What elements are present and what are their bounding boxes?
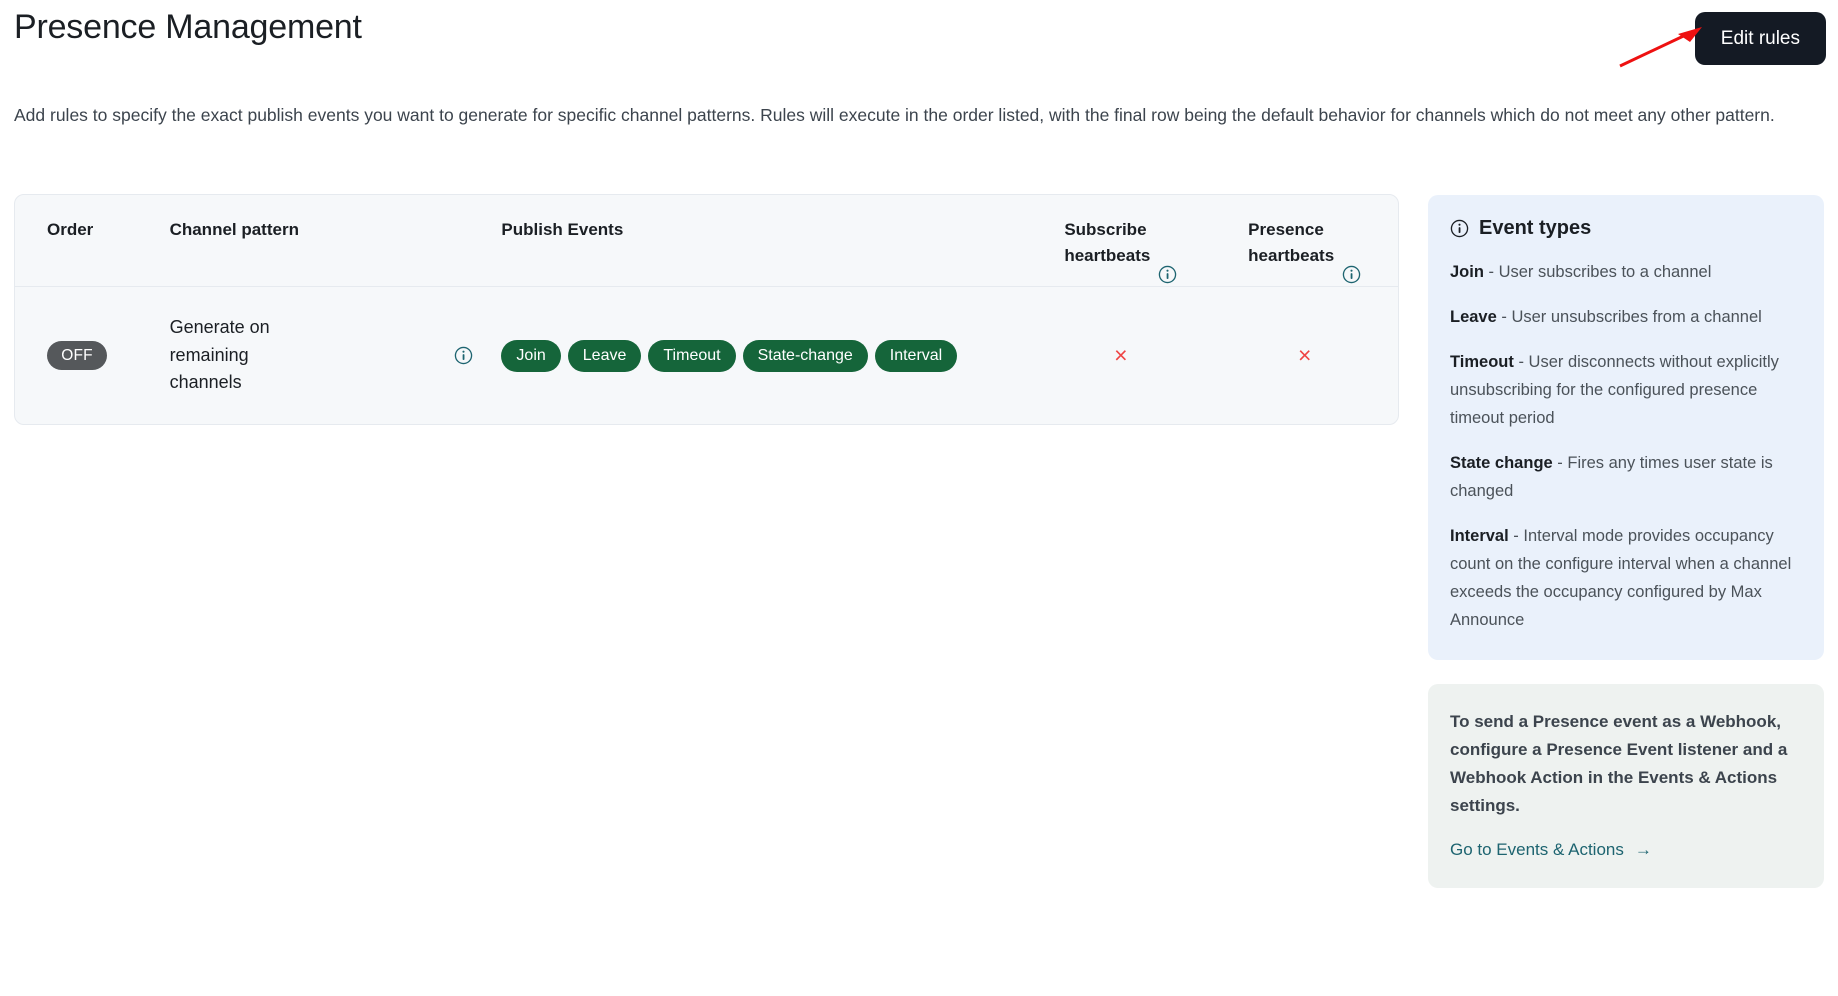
row-channel-pattern-info bbox=[426, 346, 501, 365]
channel-pattern-text: Generate on remaining channels bbox=[169, 317, 270, 393]
row-order-cell: OFF bbox=[15, 341, 170, 370]
page-description: Add rules to specify the exact publish e… bbox=[14, 105, 1775, 125]
red-arrow-annotation bbox=[1619, 27, 1702, 68]
rules-table: Order Channel pattern Publish Events Sub… bbox=[14, 194, 1399, 425]
event-type-term: Join bbox=[1450, 263, 1484, 281]
event-types-list: Join - User subscribes to a channel Leave… bbox=[1450, 258, 1802, 634]
row-publish-events-cell: Join Leave Timeout State-change Interval bbox=[501, 339, 1030, 372]
presence-heartbeats-info-icon[interactable] bbox=[1342, 239, 1361, 284]
event-type-term: Leave bbox=[1450, 308, 1497, 326]
publish-event-pill[interactable]: Leave bbox=[567, 339, 642, 372]
status-badge-off[interactable]: OFF bbox=[47, 341, 107, 370]
subscribe-heartbeats-label: Subscribe heartbeats bbox=[1064, 220, 1151, 265]
event-type-term: Interval bbox=[1450, 527, 1509, 545]
go-to-events-actions-label: Go to Events & Actions bbox=[1450, 840, 1624, 859]
event-type-item: Leave - User unsubscribes from a channel bbox=[1450, 303, 1802, 331]
presence-heartbeats-disabled-icon: × bbox=[1297, 342, 1312, 368]
column-header-publish-events: Publish Events bbox=[501, 220, 624, 239]
table-header-row: Order Channel pattern Publish Events Sub… bbox=[15, 195, 1398, 287]
edit-rules-button[interactable]: Edit rules bbox=[1694, 12, 1826, 65]
page-title: Presence Management bbox=[14, 8, 362, 46]
subscribe-heartbeats-info-icon[interactable] bbox=[1158, 239, 1177, 284]
event-type-term: Timeout bbox=[1450, 353, 1514, 371]
event-type-item: Timeout - User disconnects without expli… bbox=[1450, 348, 1802, 432]
presence-heartbeats-label: Presence heartbeats bbox=[1248, 220, 1335, 265]
subscribe-heartbeats-disabled-icon: × bbox=[1114, 342, 1128, 368]
event-type-item: Join - User subscribes to a channel bbox=[1450, 258, 1802, 286]
event-type-item: Interval - Interval mode provides occupa… bbox=[1450, 522, 1802, 634]
go-to-events-actions-link[interactable]: Go to Events & Actions → bbox=[1450, 840, 1652, 860]
presence-management-page: Presence Management Edit rules Add rules… bbox=[0, 0, 1838, 996]
event-type-definition: - User subscribes to a channel bbox=[1483, 263, 1712, 281]
event-types-title: Event types bbox=[1479, 217, 1592, 239]
column-header-channel-pattern: Channel pattern bbox=[169, 220, 299, 239]
publish-event-pill[interactable]: Timeout bbox=[648, 339, 736, 372]
right-sidebar: Event types Join - User subscribes to a … bbox=[1428, 195, 1824, 888]
column-header-subscribe-heartbeats: Subscribe heartbeats bbox=[1030, 217, 1211, 284]
publish-event-pill[interactable]: Join bbox=[501, 339, 561, 372]
arrow-right-icon: → bbox=[1634, 840, 1652, 859]
row-channel-pattern-cell: Generate on remaining channels bbox=[170, 314, 426, 397]
event-types-card: Event types Join - User subscribes to a … bbox=[1428, 195, 1824, 660]
publish-event-pill[interactable]: Interval bbox=[874, 339, 958, 372]
column-header-presence-heartbeats: Presence heartbeats bbox=[1211, 217, 1398, 284]
publish-event-pill[interactable]: State-change bbox=[742, 339, 868, 372]
event-type-definition: - User unsubscribes from a channel bbox=[1496, 308, 1762, 326]
column-header-order: Order bbox=[47, 220, 94, 239]
event-type-item: State change - Fires any times user stat… bbox=[1450, 449, 1802, 505]
table-row: OFF Generate on remaining channels Join L… bbox=[15, 287, 1398, 424]
webhook-info-card: To send a Presence event as a Webhook, c… bbox=[1428, 684, 1824, 888]
event-types-title-row: Event types bbox=[1450, 217, 1802, 240]
event-type-term: State change bbox=[1450, 454, 1553, 472]
row-subscribe-heartbeats-cell: × bbox=[1030, 344, 1211, 367]
webhook-info-text: To send a Presence event as a Webhook, c… bbox=[1450, 712, 1788, 815]
info-icon bbox=[1450, 219, 1469, 238]
channel-pattern-info-icon[interactable] bbox=[454, 346, 473, 365]
row-presence-heartbeats-cell: × bbox=[1211, 344, 1398, 367]
publish-events-pill-list: Join Leave Timeout State-change Interval bbox=[501, 339, 1030, 372]
